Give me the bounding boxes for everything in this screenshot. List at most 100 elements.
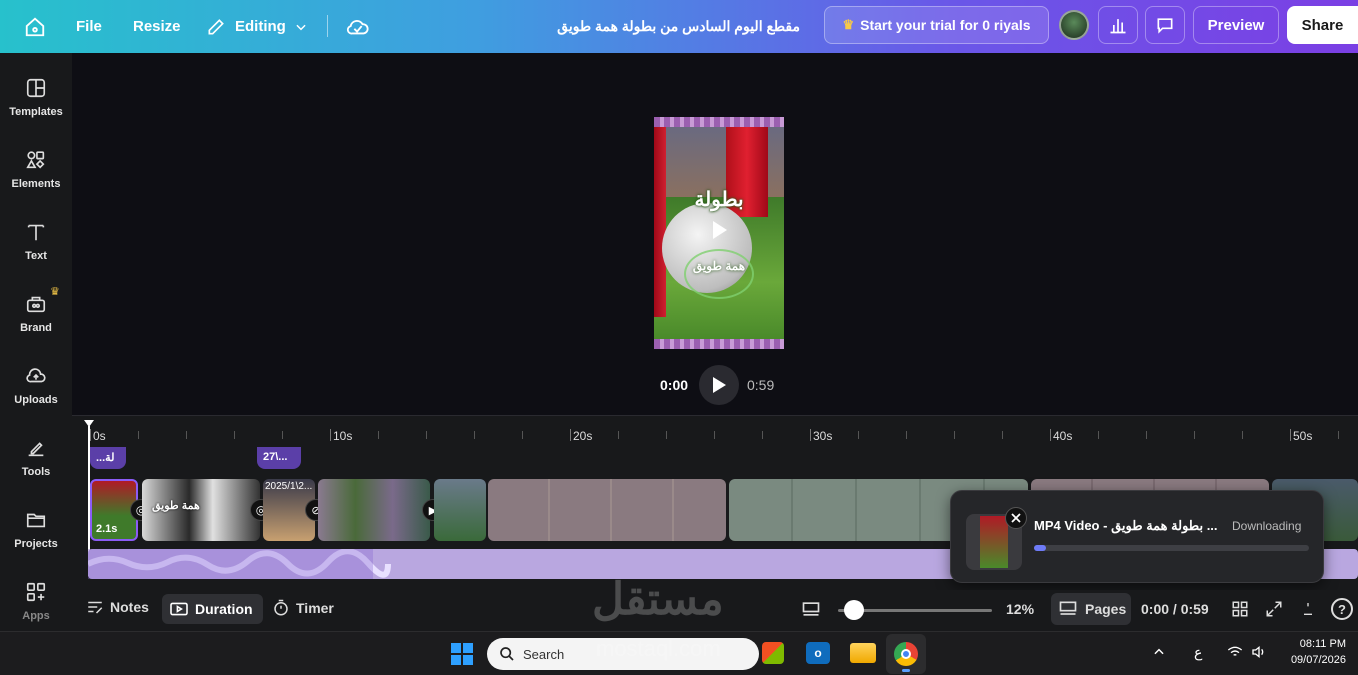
- layout-icon: [802, 602, 820, 616]
- sidebar-item-templates[interactable]: Templates: [0, 65, 72, 125]
- canvas-play-button[interactable]: [709, 219, 729, 241]
- ruler-tick: [522, 431, 523, 439]
- expand-icon: [1266, 601, 1282, 617]
- crown-icon: ♛: [842, 17, 855, 32]
- sidebar-item-label: Tools: [21, 466, 51, 478]
- sidebar-item-label: Brand: [20, 322, 52, 334]
- timer-label: Timer: [296, 600, 334, 616]
- timer-button[interactable]: Timer: [272, 599, 334, 617]
- pages-button[interactable]: Pages: [1051, 593, 1131, 625]
- file-menu[interactable]: File: [76, 0, 102, 53]
- taskbar-app-chrome[interactable]: [886, 634, 926, 674]
- timeline-ruler[interactable]: 0s 10s 20s 30s 40s 50s: [72, 416, 1358, 446]
- trial-label: Start your trial for 0 riyals: [860, 17, 1031, 33]
- player-leg-left: [654, 127, 666, 317]
- ruler-tick: [1098, 431, 1099, 439]
- trial-button[interactable]: ♛ Start your trial for 0 riyals: [824, 6, 1049, 44]
- resize-button[interactable]: Resize: [133, 0, 181, 53]
- text-tag[interactable]: 27\...: [257, 447, 301, 469]
- clip-text: همة طويق: [152, 500, 200, 512]
- language-indicator[interactable]: ع: [1194, 644, 1202, 661]
- templates-icon: [26, 78, 46, 98]
- taskbar-app-outlook[interactable]: o: [806, 642, 830, 664]
- brand-icon: [26, 296, 46, 313]
- clock-time[interactable]: 08:11 PM: [1290, 638, 1346, 650]
- pages-icon: [1059, 601, 1077, 615]
- sidebar-item-projects[interactable]: Projects: [0, 497, 72, 557]
- insights-button[interactable]: [1098, 6, 1138, 44]
- text-tag[interactable]: ...لة: [90, 447, 126, 469]
- sidebar-item-text[interactable]: Text: [0, 209, 72, 269]
- grid-view-button[interactable]: [1231, 600, 1249, 623]
- download-status: Downloading: [1232, 519, 1302, 533]
- taskbar: Search mostaql.com o ع 08:11 PM 09/07/20…: [0, 631, 1358, 675]
- chevron-up-icon: [1154, 648, 1164, 655]
- divider: [327, 15, 328, 37]
- tray-overflow-button[interactable]: [1152, 645, 1166, 664]
- ruler-tick: [1242, 431, 1243, 439]
- thumbnail-image: [980, 516, 1008, 568]
- ruler-tick: [570, 429, 571, 441]
- clip-4[interactable]: [318, 479, 430, 541]
- duration-button[interactable]: Duration: [162, 594, 263, 624]
- sidebar-item-brand[interactable]: ♛ Brand: [0, 281, 72, 341]
- zoom-value[interactable]: 12%: [1006, 601, 1034, 617]
- text-icon: [27, 224, 45, 241]
- comment-icon: [1157, 18, 1173, 34]
- canvas-title-bottom: همة طويق: [692, 259, 746, 273]
- cloud-save-status[interactable]: [346, 0, 370, 53]
- ruler-tick: [1146, 431, 1147, 439]
- ruler-tick: [762, 431, 763, 439]
- ruler-tick: [618, 431, 619, 439]
- ruler-tick: [810, 429, 811, 441]
- help-button[interactable]: ?: [1331, 598, 1353, 620]
- notes-button[interactable]: Notes: [86, 599, 149, 615]
- wifi-icon[interactable]: [1227, 645, 1243, 664]
- taskbar-app-explorer[interactable]: [850, 643, 876, 663]
- avatar[interactable]: [1059, 10, 1089, 40]
- video-page[interactable]: بطولة همة طويق: [654, 117, 784, 349]
- preview-button[interactable]: Preview: [1193, 6, 1279, 44]
- comments-button[interactable]: [1145, 6, 1185, 44]
- close-button[interactable]: [1005, 507, 1027, 529]
- clip-2[interactable]: همة طويق: [142, 479, 260, 541]
- ruler-tick-label: 50s: [1293, 429, 1313, 443]
- sidebar-item-apps[interactable]: Apps: [0, 569, 72, 629]
- windows-logo-tile: [463, 655, 473, 665]
- sidebar-item-label: Projects: [14, 538, 58, 550]
- clip-5[interactable]: [434, 479, 486, 541]
- home-button[interactable]: [24, 0, 46, 53]
- play-button[interactable]: [699, 365, 739, 405]
- document-title[interactable]: مقطع اليوم السادس من بطولة همة طويق: [520, 0, 800, 53]
- ruler-tick: [1050, 429, 1051, 441]
- ruler-tick: [474, 431, 475, 439]
- sidebar-item-uploads[interactable]: Uploads: [0, 353, 72, 413]
- ruler-tick: [954, 431, 955, 439]
- clock-date[interactable]: 09/07/2026: [1280, 654, 1346, 666]
- ruler-tick-label: 10s: [333, 429, 353, 443]
- sidebar-item-elements[interactable]: Elements: [0, 137, 72, 197]
- editing-label: Editing: [235, 18, 286, 35]
- home-icon: [25, 17, 45, 36]
- watermark: مستقل: [592, 578, 724, 622]
- taskbar-app-store[interactable]: [762, 642, 784, 664]
- zoom-slider-thumb[interactable]: [843, 600, 864, 620]
- collapse-button[interactable]: [1300, 600, 1316, 623]
- crown-icon: ♛: [50, 286, 60, 298]
- fit-view-button[interactable]: [801, 600, 821, 623]
- ruler-tick: [1002, 431, 1003, 439]
- notes-icon: [88, 601, 103, 614]
- sidebar-item-tools[interactable]: Tools: [0, 425, 72, 485]
- zoom-slider[interactable]: [838, 600, 992, 620]
- fullscreen-button[interactable]: [1265, 600, 1283, 623]
- ruler-tick: [426, 431, 427, 439]
- editing-menu[interactable]: Editing: [206, 0, 308, 53]
- clip-6[interactable]: [488, 479, 726, 541]
- clip-duration: 2.1s: [96, 523, 118, 535]
- ruler-tick: [1338, 431, 1339, 439]
- share-button[interactable]: Share: [1287, 6, 1358, 44]
- ruler-tick: [186, 431, 187, 439]
- start-button[interactable]: [451, 643, 473, 665]
- volume-icon[interactable]: [1251, 645, 1267, 664]
- apps-icon: [26, 582, 46, 602]
